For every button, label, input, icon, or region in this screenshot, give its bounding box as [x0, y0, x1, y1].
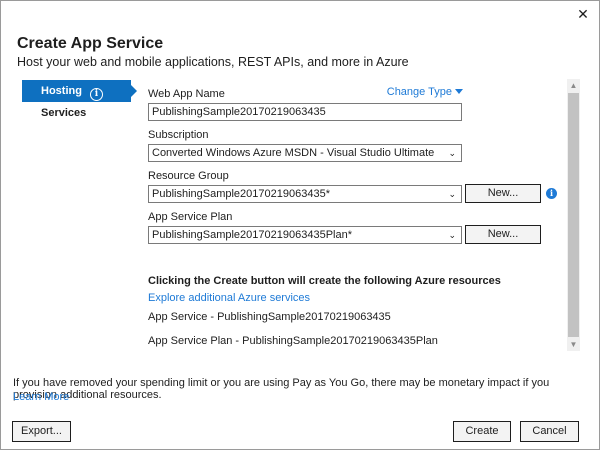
app-service-plan-select[interactable]: PublishingSample20170219063435Plan* ⌄ — [148, 226, 462, 244]
chevron-down-icon: ⌄ — [448, 189, 456, 199]
resource-group-value: PublishingSample20170219063435* — [152, 188, 330, 200]
create-app-service-dialog: ✕ Create App Service Host your web and m… — [0, 0, 600, 450]
web-app-name-input[interactable]: PublishingSample20170219063435 — [148, 103, 462, 121]
close-icon[interactable]: ✕ — [575, 6, 591, 22]
resource-group-label: Resource Group — [148, 170, 229, 182]
subscription-value: Converted Windows Azure MSDN - Visual St… — [152, 147, 435, 159]
scroll-down-icon[interactable]: ▼ — [567, 338, 580, 351]
chevron-down-icon: ⌄ — [448, 148, 456, 158]
create-button[interactable]: Create — [453, 421, 511, 442]
cancel-button[interactable]: Cancel — [520, 421, 579, 442]
chevron-down-icon: ⌄ — [448, 230, 456, 240]
explore-services-link[interactable]: Explore additional Azure services — [148, 292, 310, 304]
info-icon: i — [89, 88, 103, 101]
sidebar-item-hosting[interactable]: Hosting i — [22, 80, 137, 102]
subscription-label: Subscription — [148, 129, 209, 141]
subscription-select[interactable]: Converted Windows Azure MSDN - Visual St… — [148, 144, 462, 162]
dialog-subtitle: Host your web and mobile applications, R… — [17, 55, 409, 69]
sidebar-item-services[interactable]: Services — [22, 102, 137, 124]
change-type-link[interactable]: Change Type — [387, 86, 463, 98]
sidebar-item-label: Hosting — [41, 85, 82, 97]
new-app-service-plan-button[interactable]: New... — [465, 225, 541, 244]
scroll-up-icon[interactable]: ▲ — [567, 79, 580, 92]
scroll-thumb[interactable] — [568, 93, 579, 337]
resources-heading: Clicking the Create button will create t… — [148, 275, 501, 287]
new-resource-group-button[interactable]: New... — [465, 184, 541, 203]
app-service-plan-label: App Service Plan — [148, 211, 233, 223]
dialog-title: Create App Service — [17, 35, 164, 52]
vertical-scrollbar[interactable]: ▲ ▼ — [567, 79, 580, 351]
sidebar: Hosting i Services — [22, 80, 137, 124]
change-type-label: Change Type — [386, 86, 452, 98]
chevron-down-icon — [455, 89, 463, 94]
info-icon[interactable]: i — [546, 188, 557, 199]
sidebar-item-label: Services — [41, 107, 87, 119]
learn-more-link[interactable]: Learn More — [13, 391, 69, 403]
resource-group-select[interactable]: PublishingSample20170219063435* ⌄ — [148, 185, 462, 203]
resource-item: App Service - PublishingSample2017021906… — [148, 311, 391, 323]
web-app-name-label: Web App Name — [148, 88, 225, 100]
spending-limit-note: If you have removed your spending limit … — [13, 377, 550, 401]
hosting-form: Web App Name Change Type PublishingSampl… — [148, 81, 566, 351]
app-service-plan-value: PublishingSample20170219063435Plan* — [152, 229, 352, 241]
resource-item: App Service Plan - PublishingSample20170… — [148, 335, 438, 347]
export-button[interactable]: Export... — [12, 421, 71, 442]
